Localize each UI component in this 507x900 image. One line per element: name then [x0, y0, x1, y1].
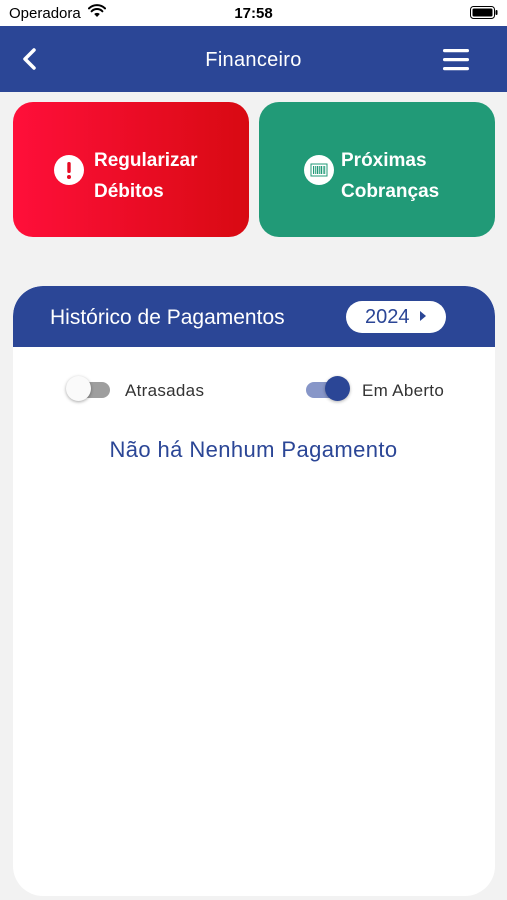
card-label-line2: Cobranças [341, 181, 440, 202]
year-value: 2024 [365, 306, 410, 328]
nav-bar: Financeiro [0, 26, 507, 92]
hamburger-menu-icon [443, 49, 469, 71]
overdue-toggle[interactable] [66, 376, 110, 401]
history-title: Histórico de Pagamentos [50, 306, 285, 329]
next-charges-button[interactable]: Próximas Cobranças [259, 102, 495, 237]
regularize-debts-button[interactable]: Regularizar Débitos [13, 102, 249, 237]
exclamation-icon [54, 155, 84, 185]
card-label: Próximas Cobranças [341, 145, 439, 207]
page-title: Financeiro [205, 49, 302, 71]
card-label: Regularizar Débitos [94, 145, 197, 207]
toggle-knob [325, 376, 350, 401]
menu-button[interactable] [441, 47, 471, 73]
card-label-line2: Débitos [94, 181, 164, 202]
toggle-knob [66, 376, 91, 401]
barcode-icon [304, 155, 334, 185]
status-time: 17:58 [234, 5, 273, 22]
open-toggle-label: Em Aberto [362, 381, 445, 400]
history-header: Histórico de Pagamentos 2024 [13, 286, 495, 347]
battery-icon [470, 6, 498, 19]
overdue-toggle-label: Atrasadas [125, 381, 205, 400]
open-toggle[interactable] [306, 376, 350, 401]
caret-right-icon [420, 311, 426, 321]
card-label-line1: Regularizar [94, 150, 198, 171]
empty-state-message: Não há Nenhum Pagamento [109, 437, 398, 462]
card-label-line1: Próximas [341, 150, 427, 171]
year-selector[interactable]: 2024 [346, 301, 446, 333]
status-bar: Operadora 17:58 [0, 0, 507, 26]
